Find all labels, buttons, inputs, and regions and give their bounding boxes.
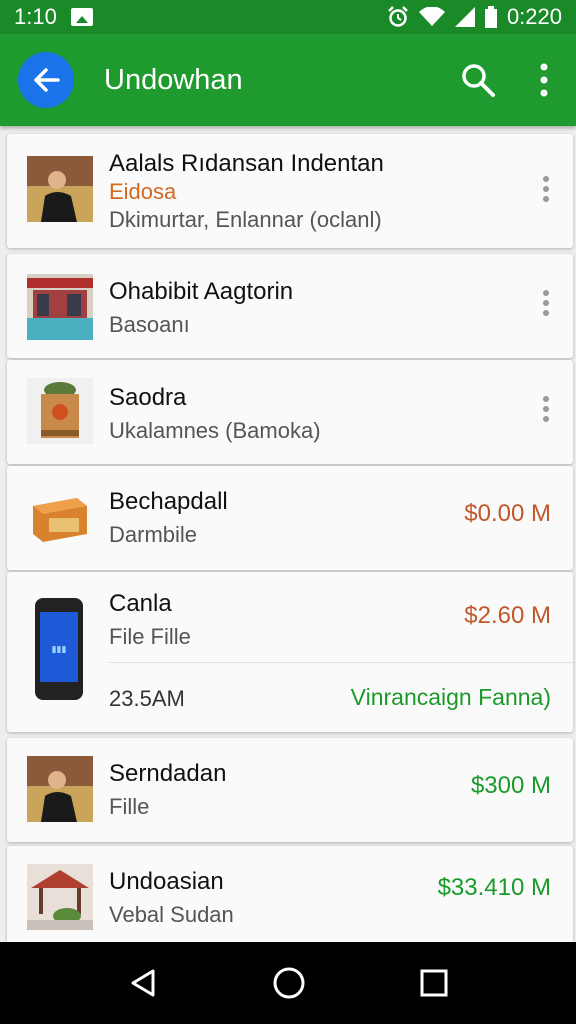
item-price: $2.60 M — [464, 602, 551, 629]
list-item[interactable]: Undoasian Vebal Sudan $33.410 M — [7, 846, 573, 942]
item-title: Bechapdall — [109, 488, 228, 515]
item-list: Aalals Rıdansan Indentan Eidosa Dkimurta… — [0, 126, 576, 942]
more-vert-icon[interactable] — [540, 63, 548, 97]
list-item[interactable]: Ohabibit Aagtorin Basoanı — [7, 254, 573, 358]
item-menu-button[interactable] — [543, 290, 549, 320]
app-bar: Undowhan — [0, 34, 576, 126]
item-title: Canla — [109, 590, 172, 617]
item-title: Undoasian — [109, 868, 224, 895]
item-subtitle: File Fille — [109, 624, 191, 649]
nav-back-icon[interactable] — [127, 967, 159, 999]
signal-icon — [454, 7, 475, 27]
item-price: $33.410 M — [437, 874, 551, 901]
item-menu-button[interactable] — [543, 176, 549, 206]
list-item[interactable]: Serndadan Fille $300 M — [7, 738, 573, 842]
item-subtitle: Basoanı — [109, 312, 190, 337]
item-title: Aalals Rıdansan Indentan — [109, 150, 384, 177]
phone-thumbnail: ▮▮▮ — [35, 598, 83, 700]
back-button[interactable] — [18, 52, 74, 108]
item-detail: Dkimurtar, Enlannar (oclanl) — [109, 207, 382, 232]
item-subtitle: Fille — [109, 794, 150, 819]
battery-icon — [484, 6, 497, 28]
pavilion-thumbnail — [27, 864, 93, 930]
item-status: Vinrancaign Fanna) — [350, 684, 551, 710]
list-item[interactable]: Saodra Ukalamnes (Bamoka) — [7, 360, 573, 464]
status-bar: 1:10 0:220 — [0, 0, 576, 34]
list-item[interactable]: Bechapdall Darmbile $0.00 M — [7, 466, 573, 570]
item-price: $300 M — [470, 772, 551, 799]
list-item[interactable]: Aalals Rıdansan Indentan Eidosa Dkimurta… — [7, 134, 573, 248]
item-title: Ohabibit Aagtorin — [109, 278, 294, 305]
arrow-back-icon — [34, 68, 60, 92]
item-title: Saodra — [109, 384, 187, 411]
item-subtitle: Ukalamnes (Bamoka) — [109, 418, 321, 443]
navigation-bar — [0, 942, 576, 1024]
wifi-icon — [418, 7, 445, 26]
alarm-icon — [388, 6, 408, 27]
person-thumbnail — [27, 156, 93, 222]
item-menu-button[interactable] — [543, 396, 549, 426]
nav-recents-icon[interactable] — [419, 968, 449, 998]
box-thumbnail — [27, 378, 93, 444]
item-title: Serndadan — [109, 760, 227, 787]
item-subtitle: Vebal Sudan — [109, 902, 234, 927]
status-clock: 0:220 — [506, 4, 562, 29]
storefront-thumbnail — [27, 274, 93, 340]
image-notification-icon — [70, 8, 93, 26]
status-time: 1:10 — [14, 4, 57, 29]
app-title: Undowhan — [104, 63, 243, 96]
item-subtitle: Eidosa — [109, 179, 177, 204]
item-subtitle: Darmbile — [109, 522, 198, 547]
search-icon[interactable] — [460, 62, 496, 98]
item-size: 23.5AM — [109, 686, 185, 711]
svg-text:▮▮▮: ▮▮▮ — [52, 645, 67, 655]
nav-home-icon[interactable] — [272, 966, 306, 1000]
list-item[interactable]: ▮▮▮ Canla File Fille $2.60 M 23.5AM Vinr… — [7, 572, 573, 732]
divider — [109, 662, 573, 663]
person-thumbnail — [27, 756, 93, 822]
package-thumbnail — [27, 484, 93, 550]
item-price: $0.00 M — [464, 500, 551, 527]
